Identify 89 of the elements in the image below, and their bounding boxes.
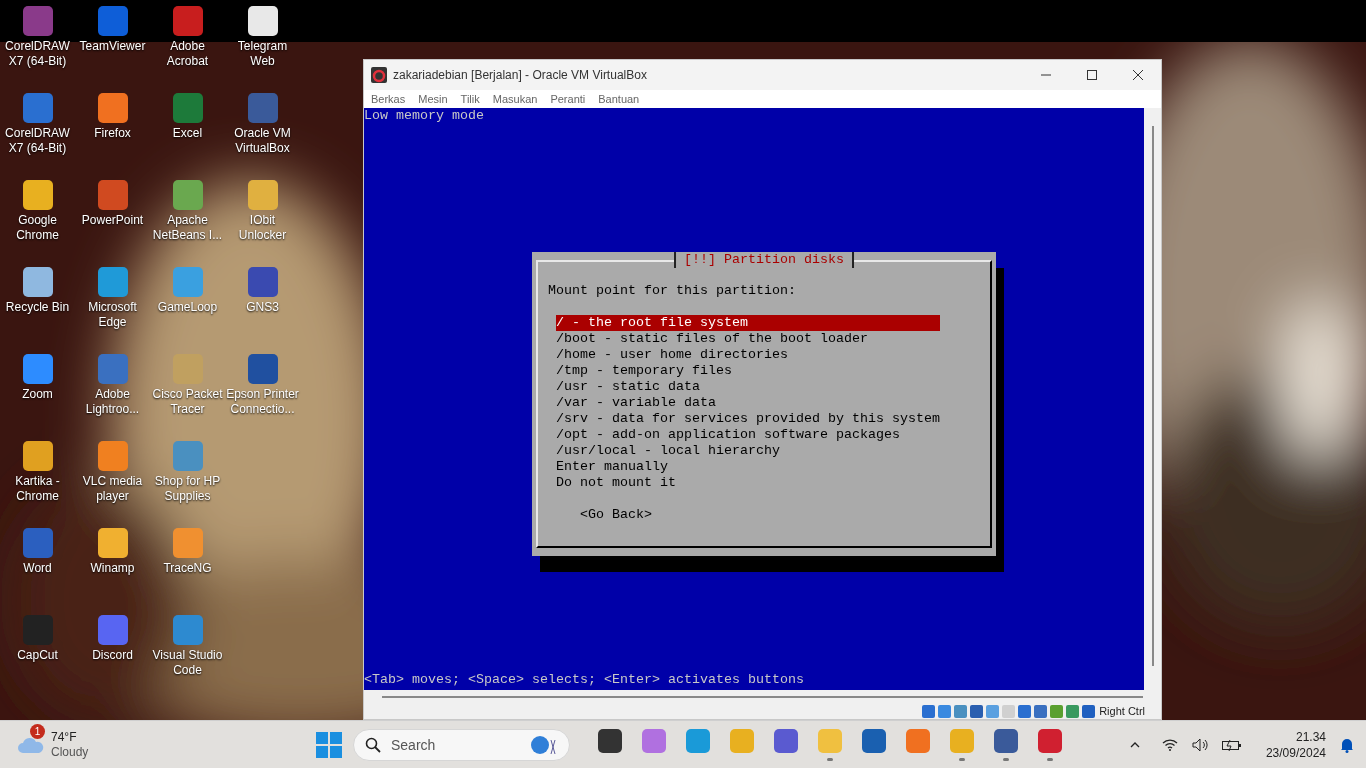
status-icon[interactable] (1034, 705, 1048, 718)
menu-item[interactable]: Mesin (413, 90, 453, 108)
status-icon[interactable] (1018, 705, 1032, 718)
console-text: Low memory mode (364, 108, 484, 125)
icon-label[interactable]: Adobe Lightroo... (74, 387, 151, 417)
mount-option[interactable]: /var - variable data (556, 395, 940, 412)
status-icon[interactable] (954, 705, 968, 718)
app-icon[interactable] (97, 528, 128, 558)
taskbar-app-icon[interactable] (994, 728, 1018, 753)
app-icon[interactable] (22, 267, 53, 297)
icon-label[interactable]: Firefox (74, 126, 151, 141)
volume-icon[interactable] (1191, 737, 1208, 752)
status-icon[interactable] (1082, 705, 1096, 718)
chevron-up-icon[interactable] (1129, 741, 1140, 748)
clock-date: 23/09/2024 (1265, 744, 1326, 761)
status-icon[interactable] (938, 705, 952, 718)
icon-label[interactable]: Telegram Web (224, 39, 301, 69)
icon-label[interactable]: CapCut (0, 648, 76, 663)
icon-label[interactable]: CorelDRAW X7 (64-Bit) (0, 126, 76, 156)
cloud-icon (18, 735, 44, 754)
icon-label[interactable]: Kartika - Chrome (0, 474, 76, 504)
mount-option[interactable]: /srv - data for services provided by this system (556, 411, 940, 428)
icon-label[interactable]: Recycle Bin (0, 300, 76, 315)
weather-condition: Cloudy (51, 744, 89, 760)
status-icon[interactable] (922, 705, 936, 718)
mount-option[interactable]: /opt - add-on application software packages (556, 427, 940, 444)
mount-option[interactable]: /home - user home directories (556, 347, 940, 364)
icon-label[interactable]: Winamp (74, 561, 151, 576)
mount-option[interactable]: Enter manually (556, 459, 940, 476)
host-key-label: Right Ctrl (1099, 704, 1145, 720)
mount-option[interactable]: / - the root file system (556, 315, 940, 332)
start-button[interactable] (316, 731, 342, 758)
dialog-title: [!!] Partition disks (674, 252, 854, 269)
running-indicator (959, 757, 965, 761)
app-icon[interactable] (22, 441, 53, 471)
menu-item[interactable]: Peranti (545, 90, 591, 108)
icon-label[interactable]: Apache NetBeans I... (149, 213, 226, 243)
search-icon (365, 736, 381, 753)
mount-option[interactable]: Do not mount it (556, 475, 940, 492)
icon-label[interactable]: TeamViewer (74, 39, 151, 54)
icon-label[interactable]: CorelDRAW X7 (64-Bit) (0, 39, 76, 69)
app-icon[interactable] (247, 6, 278, 36)
app-logo-icon (371, 67, 387, 83)
taskbar-app-icon[interactable] (598, 728, 622, 753)
close-icon (1133, 70, 1143, 80)
app-icon[interactable] (22, 180, 53, 210)
running-indicator (827, 757, 833, 761)
bell-icon[interactable] (1340, 736, 1354, 753)
menu-item[interactable]: Bantuan (593, 90, 645, 108)
running-indicator (1003, 757, 1009, 761)
icon-label[interactable]: Google Chrome (0, 213, 76, 243)
search-field[interactable]: Search (353, 728, 570, 761)
maximize-icon (1087, 70, 1097, 80)
status-icon[interactable] (1066, 705, 1080, 718)
icon-label[interactable]: Discord (74, 648, 151, 663)
icon-label[interactable]: Excel (149, 126, 226, 141)
mount-option[interactable]: /usr/local - local hierarchy (556, 443, 940, 460)
mount-option[interactable]: /usr - static data (556, 379, 940, 396)
menu-item[interactable]: Berkas (366, 90, 411, 108)
window-title: zakariadebian [Berjalan] - Oracle VM VirtualBox (393, 67, 647, 84)
wifi-icon[interactable] (1161, 738, 1178, 751)
status-icon[interactable] (986, 705, 1000, 718)
taskbar-app-icon[interactable] (862, 728, 886, 753)
clock-time: 21.34 (1295, 728, 1326, 745)
menu-item[interactable]: Masukan (487, 90, 543, 108)
temperature-text: 74°F (51, 729, 78, 745)
icon-label[interactable]: Visual Studio Code (149, 648, 226, 678)
go-back-button[interactable]: <Go Back> (580, 507, 652, 524)
mount-option[interactable]: /boot - static files of the boot loader (556, 331, 940, 348)
taskbar-app-icon[interactable] (774, 728, 798, 753)
notification-badge: 1 (30, 723, 45, 739)
help-line: <Tab> moves; <Space> selects; <Enter> activates buttons (364, 672, 804, 689)
icon-label[interactable]: VLC media player (74, 474, 151, 504)
status-icon[interactable] (970, 705, 984, 718)
globe-icon (530, 733, 558, 756)
icon-label[interactable]: PowerPoint (74, 213, 151, 228)
icon-label[interactable]: Oracle VM VirtualBox (224, 126, 301, 156)
prompt-text: Mount point for this partition: (548, 283, 796, 300)
battery-icon[interactable] (1221, 738, 1242, 751)
mount-option[interactable]: /tmp - temporary files (556, 363, 940, 380)
status-icon[interactable] (1050, 705, 1064, 718)
icon-label[interactable]: Adobe Acrobat (149, 39, 226, 69)
icon-label[interactable]: Zoom (0, 387, 76, 402)
taskbar-app-icon[interactable] (1038, 728, 1062, 753)
icon-label[interactable]: Word (0, 561, 76, 576)
icon-label[interactable]: Microsoft Edge (74, 300, 151, 330)
running-indicator (1047, 757, 1053, 761)
icon-label[interactable]: TraceNG (149, 561, 226, 576)
menu-item[interactable]: Tilik (455, 90, 485, 108)
